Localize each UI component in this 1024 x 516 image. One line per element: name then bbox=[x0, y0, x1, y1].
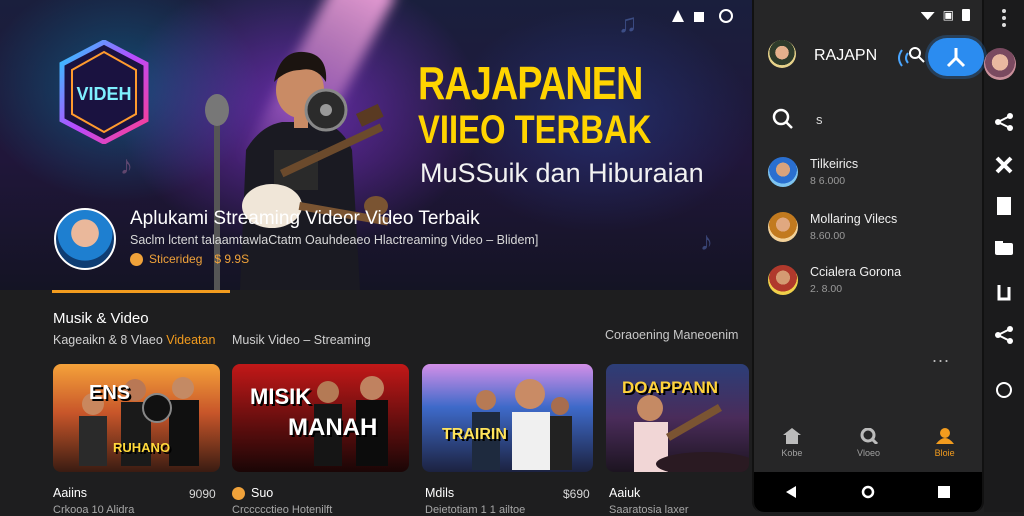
hero-meta: Sticerideg $ 9.9S bbox=[130, 252, 250, 267]
hero-title-line2: VIIEO TERBAK bbox=[418, 108, 652, 152]
nav-profile[interactable]: Bloie bbox=[935, 428, 955, 468]
meta-left: Sticerideg bbox=[130, 252, 202, 267]
chat-subtitle: 8 6.000 bbox=[810, 175, 846, 187]
profile-avatar[interactable] bbox=[984, 48, 1016, 80]
app-description: Saclm lctent talaamtawlaCtatm Oauhdeaeo … bbox=[130, 233, 539, 247]
chat-item[interactable]: Ccialera Gorona 2. 8.00 bbox=[768, 265, 901, 295]
card-overlay-top: DOAPPANN bbox=[622, 378, 719, 397]
signal-waves-icon bbox=[898, 49, 909, 67]
chat-item[interactable]: Tilkeirics 8 6.000 bbox=[768, 157, 858, 187]
back-icon[interactable] bbox=[785, 486, 798, 498]
card-title[interactable]: Mdils bbox=[425, 486, 454, 500]
nav-search[interactable]: Vloeo bbox=[857, 428, 880, 468]
section-right-label[interactable]: Coraoening Maneoenim bbox=[605, 328, 738, 342]
music-icon[interactable] bbox=[994, 282, 1014, 302]
hero-banner[interactable]: ♫ ♪ ♪ VIDEH RAJAPANEN VIIEO TERBAK MuSSu… bbox=[0, 0, 752, 290]
video-card[interactable]: ENS RUHANO bbox=[53, 364, 220, 472]
card-overlay-bottom: TRAIRIN bbox=[442, 426, 507, 443]
card-overlay-bottom: RUHANO bbox=[113, 440, 171, 455]
coin-icon bbox=[130, 253, 143, 267]
music-note-icon: ♫ bbox=[618, 8, 638, 38]
singer-image bbox=[205, 51, 389, 290]
recents-icon[interactable] bbox=[938, 486, 951, 498]
search-bar[interactable]: s bbox=[772, 108, 823, 130]
circle-icon[interactable] bbox=[994, 380, 1014, 400]
section-category[interactable]: Musik Video – Streaming bbox=[232, 333, 371, 347]
card-title[interactable]: Suo bbox=[232, 486, 273, 500]
card-thumbnail bbox=[79, 377, 199, 466]
section-subtitle: Kageaikn & 8 Vlaeo Videatan bbox=[53, 333, 216, 347]
connect-icon[interactable] bbox=[994, 325, 1014, 345]
card-overlay-top: MISIK bbox=[250, 384, 312, 409]
hero-title-line1: RAJAPANEN bbox=[418, 57, 643, 109]
card-count: 9090 bbox=[189, 487, 216, 501]
status-bar: ▣ bbox=[920, 8, 970, 22]
app-logo: VIDEH bbox=[59, 40, 149, 144]
chat-avatar bbox=[768, 157, 798, 187]
chat-name: Mollaring Vilecs bbox=[810, 212, 898, 226]
share-icon bbox=[946, 48, 966, 68]
more-options[interactable]: ... bbox=[932, 346, 950, 367]
nav-home[interactable]: Kobe bbox=[781, 428, 802, 468]
profile-icon bbox=[935, 428, 954, 444]
share-icon[interactable] bbox=[994, 112, 1014, 132]
music-note-icon: ♪ bbox=[700, 226, 713, 256]
card-overlay-top: ENS bbox=[89, 382, 131, 404]
chat-name: Tilkeirics bbox=[810, 157, 859, 171]
card-meta: Crccccctieo Hotenilft bbox=[232, 504, 333, 516]
card-thumbnail bbox=[472, 379, 572, 470]
section-highlight[interactable]: Videatan bbox=[166, 333, 215, 347]
coin-icon bbox=[232, 486, 245, 500]
home-button-icon[interactable] bbox=[861, 485, 875, 499]
app-title: Aplukami Streaming Videor Video Terbaik bbox=[130, 208, 480, 229]
card-meta: Deietotiam 1 1 ailtoe bbox=[425, 504, 526, 516]
channel-avatar[interactable] bbox=[54, 208, 116, 270]
chat-name: Ccialera Gorona bbox=[810, 265, 902, 279]
document-icon[interactable] bbox=[994, 196, 1014, 216]
video-card[interactable]: DOAPPANN bbox=[606, 364, 749, 472]
card-overlay-bottom: MANAH bbox=[288, 414, 378, 441]
chat-item[interactable]: Mollaring Vilecs 8.60.00 bbox=[768, 212, 897, 242]
card-title[interactable]: Aaiuk bbox=[609, 486, 640, 500]
folder-icon[interactable] bbox=[994, 238, 1014, 258]
user-name: RAJAPN bbox=[814, 47, 878, 64]
video-card[interactable]: MISIK MANAH bbox=[232, 364, 409, 472]
hero-status-icons bbox=[672, 9, 733, 23]
card-count: $690 bbox=[563, 487, 590, 501]
phone-panel: ▣ RAJAPN s Tilkeirics 8 6.000 Mollaring … bbox=[752, 0, 984, 512]
tab-indicator bbox=[52, 290, 230, 293]
section-title: Musik & Video bbox=[53, 310, 149, 327]
bottom-nav: Kobe Vloeo Bloie bbox=[754, 428, 982, 468]
video-card[interactable]: TRAIRIN bbox=[422, 364, 593, 472]
music-note-icon: ♪ bbox=[120, 150, 133, 180]
chat-avatar bbox=[768, 212, 798, 242]
hero-subtitle: MuSSuik dan Hiburaian bbox=[420, 158, 704, 188]
system-nav-bar bbox=[754, 472, 982, 512]
logo-text: VIDEH bbox=[76, 84, 131, 104]
search-icon bbox=[860, 428, 878, 444]
meta-right: $ 9.9S bbox=[214, 252, 250, 267]
signal-icon: ▣ bbox=[942, 8, 954, 22]
chat-subtitle: 8.60.00 bbox=[810, 230, 846, 242]
chat-subtitle: 2. 8.00 bbox=[810, 283, 843, 295]
chat-avatar bbox=[768, 265, 798, 295]
card-meta: Saaratosia laxer bbox=[609, 504, 689, 516]
home-icon bbox=[782, 428, 801, 444]
user-avatar[interactable] bbox=[768, 40, 796, 68]
card-title[interactable]: Aaiins bbox=[53, 486, 87, 500]
search-icon bbox=[772, 108, 793, 129]
tools-icon[interactable] bbox=[994, 155, 1014, 175]
card-meta: Crkooa 10 Alidra bbox=[53, 504, 135, 516]
search-query: s bbox=[816, 111, 823, 127]
battery-icon bbox=[962, 9, 970, 21]
overflow-menu-icon[interactable] bbox=[994, 8, 1014, 28]
floating-action-button[interactable] bbox=[928, 38, 984, 76]
wifi-icon bbox=[920, 12, 935, 20]
